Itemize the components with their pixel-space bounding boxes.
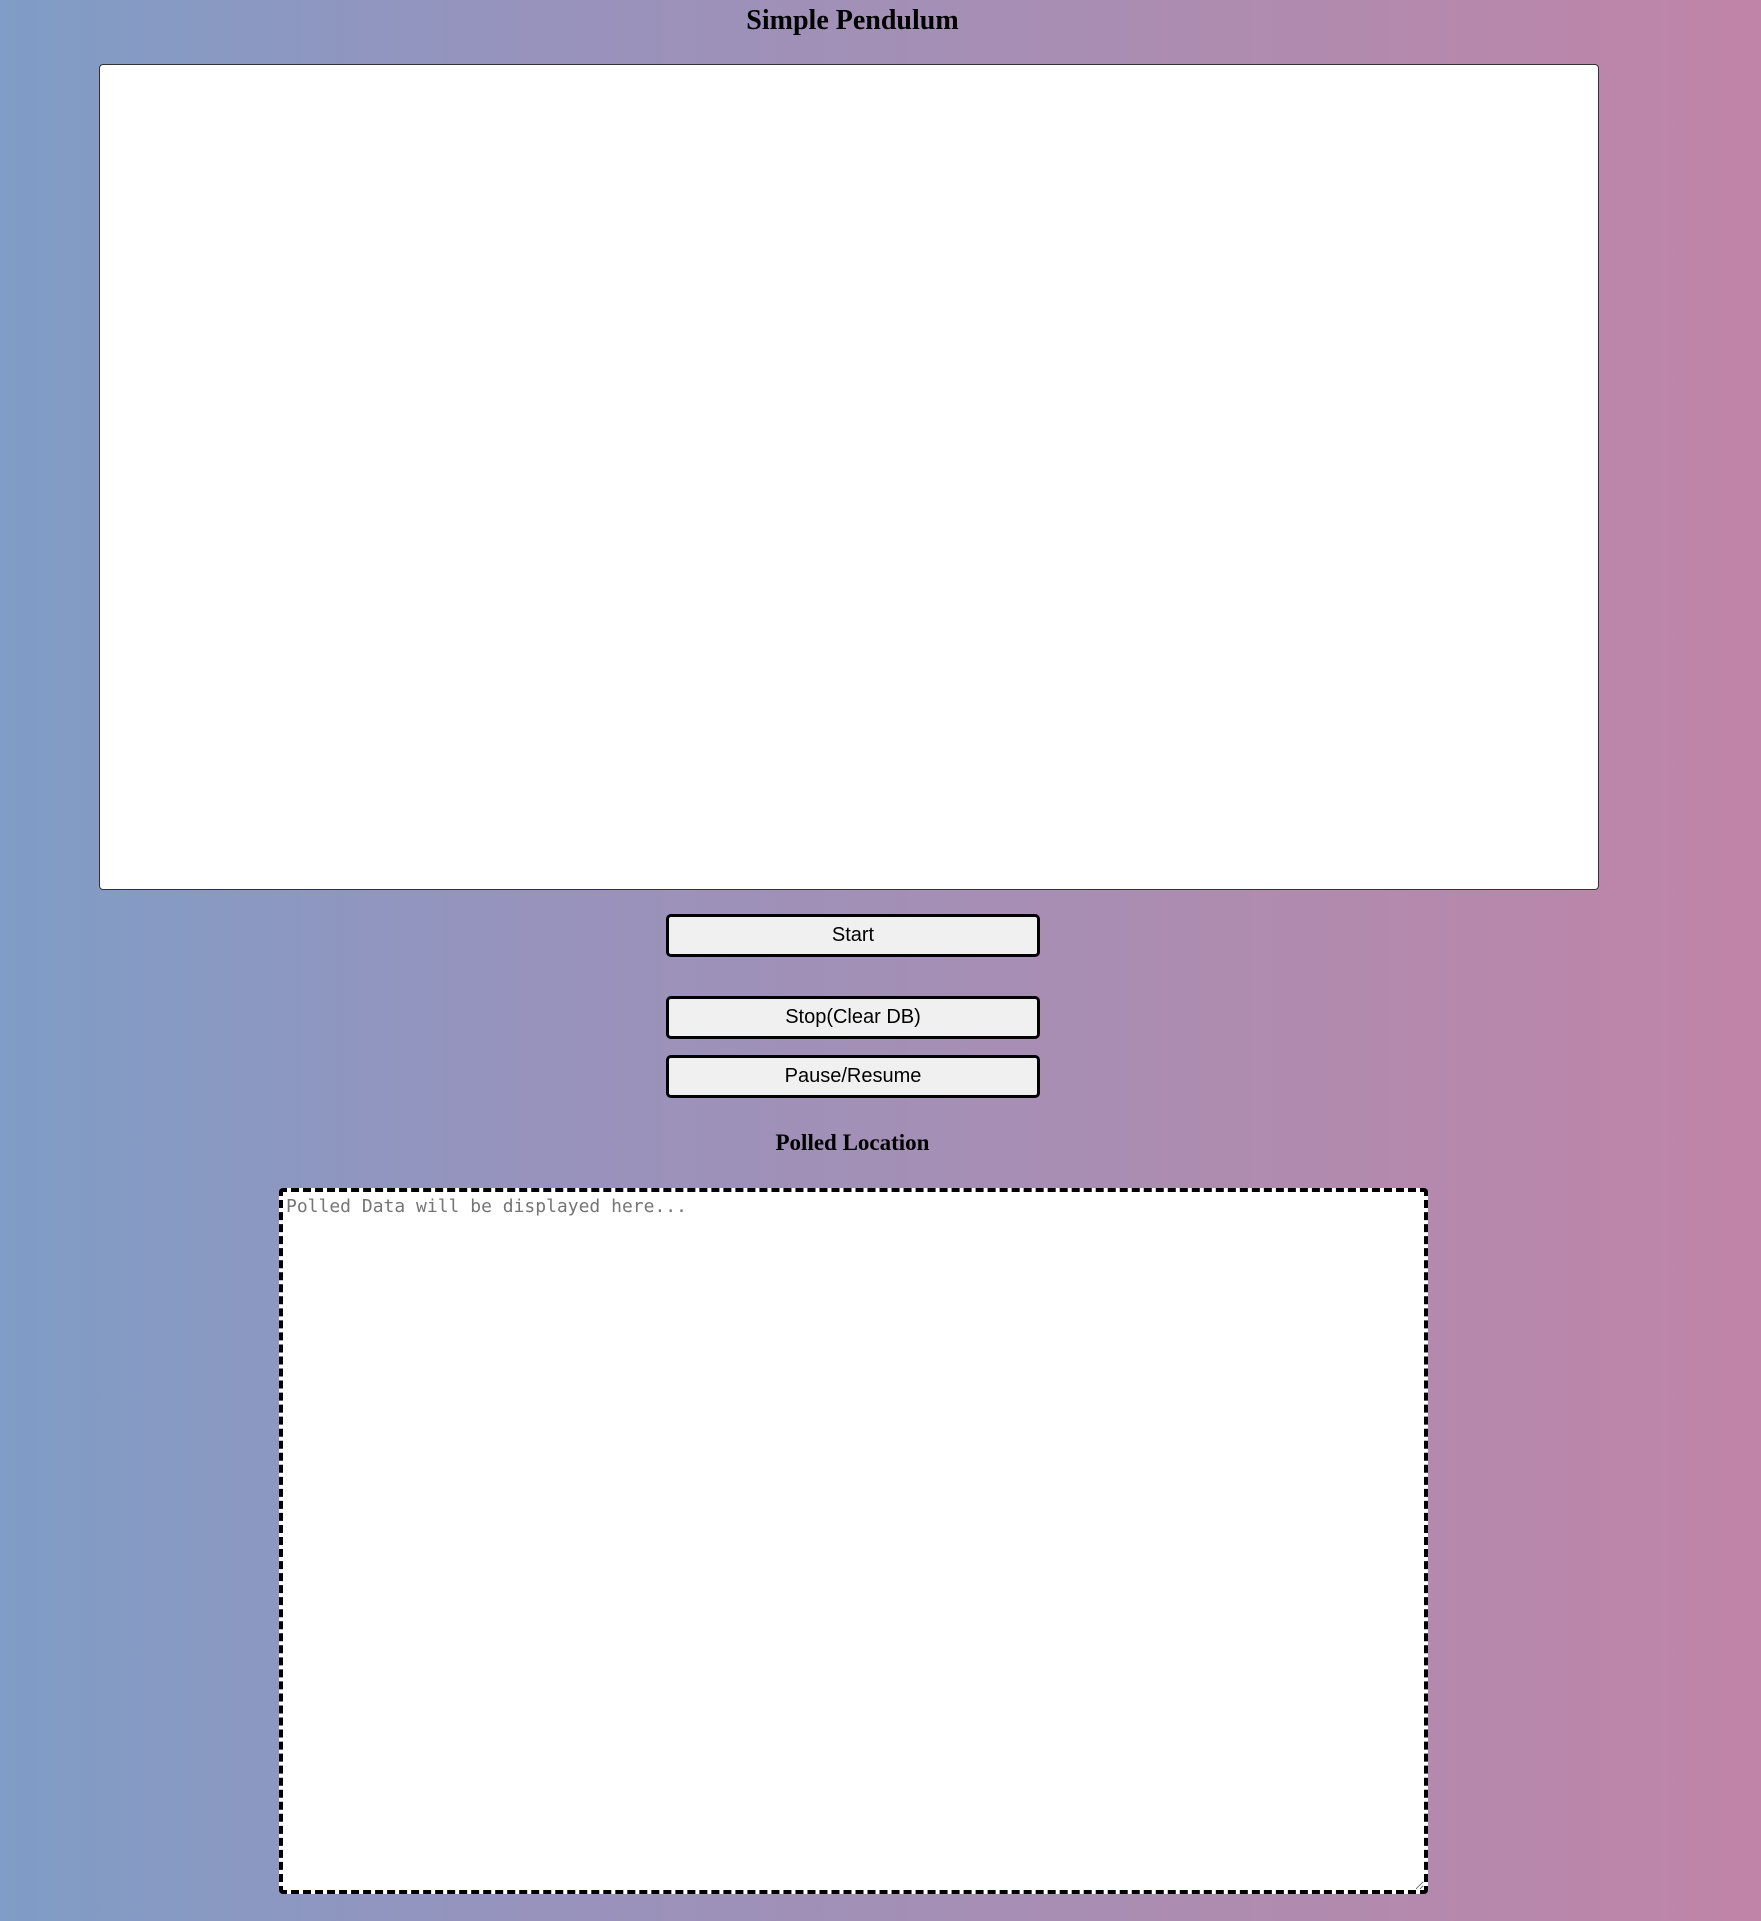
pause-resume-button[interactable]: Pause/Resume xyxy=(666,1055,1040,1098)
pendulum-canvas[interactable] xyxy=(99,64,1599,890)
stop-clear-db-button[interactable]: Stop(Clear DB) xyxy=(666,996,1040,1039)
start-button[interactable]: Start xyxy=(666,914,1040,957)
polled-data-textarea[interactable] xyxy=(279,1188,1428,1894)
page-title: Simple Pendulum xyxy=(746,5,959,36)
polled-location-heading: Polled Location xyxy=(775,1130,930,1155)
